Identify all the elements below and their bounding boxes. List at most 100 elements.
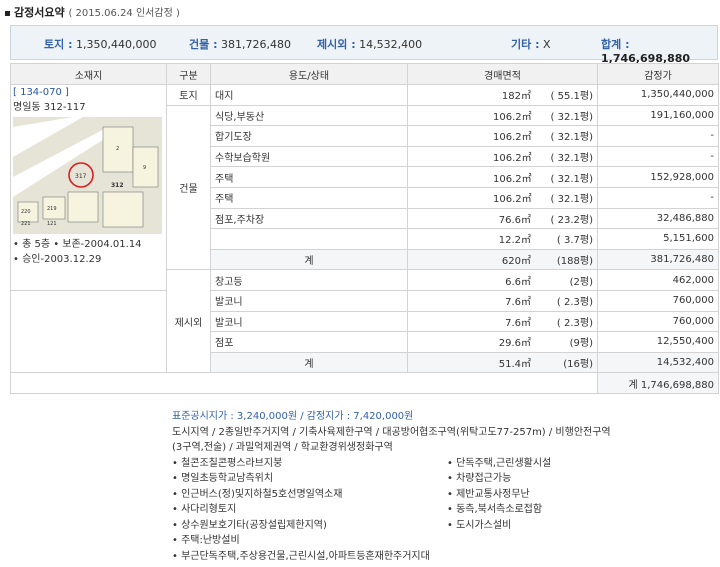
area-cell: 6.6㎡ (2평) (407, 269, 598, 291)
area-cell: 620㎡ (188평) (407, 248, 598, 271)
col-header-price: 감정가 (597, 63, 719, 85)
section-title: 감정서요약 ( 2015.06.24 인서감정 ) (5, 4, 180, 20)
land-price-line: 표준공시지가 : 3,240,000원 / 감정지가 : 7,420,000원 (172, 411, 414, 422)
summary-other: 기타 : X (511, 38, 551, 51)
bullet-icon (5, 10, 10, 16)
area-cell: 182㎡( 55.1평) (407, 84, 598, 106)
svg-text:2: 2 (116, 146, 119, 152)
col-header-use: 용도/상태 (210, 63, 408, 85)
use-cell: 발코니 (210, 289, 408, 312)
appraisal-summary-bar: 토지 : 1,350,440,000 건물 : 381,726,480 제시외 … (10, 25, 718, 65)
location-cell: [ 134-070 ] 명일동 312-117 317 312 220 219 … (10, 84, 167, 291)
summary-total: 합계 : 1,746,698,880 (601, 38, 691, 65)
use-cell: 수학보습학원 (210, 145, 408, 168)
list-item: 도시가스설비 (447, 518, 717, 534)
use-cell: 발코니 (210, 310, 408, 333)
svg-text:9: 9 (143, 165, 146, 171)
zoning-line-2: (3구역,전술) / 과밀억제권역 / 학교환경위생정화구역 (172, 442, 393, 453)
area-cell: 51.4㎡ (16평) (407, 351, 598, 374)
use-cell (210, 228, 408, 250)
summary-land: 토지 : 1,350,440,000 (44, 38, 157, 51)
notes-grid: 철콘조칠콘평스라브지붕 단독주택,근린생활시설 명일초등학교남측위치 차량접근가… (172, 456, 718, 565)
area-cell: 12.2㎡( 3.7평) (407, 228, 598, 250)
list-item: 명일초등학교남측위치 (172, 471, 447, 487)
table-row: 발코니 7.6㎡( 2.3평) 760,000 (10, 289, 719, 312)
address-text: 명일동 312-117 (13, 102, 86, 113)
list-item: 사다리형토지 (172, 502, 447, 518)
grand-total-spacer (10, 372, 598, 394)
svg-text:219: 219 (47, 206, 57, 212)
appraisal-notes: 표준공시지가 : 3,240,000원 / 감정지가 : 7,420,000원 … (172, 409, 718, 564)
price-cell: - (597, 186, 719, 209)
list-item: 인근버스(정)및지하철5호선명일역소재 (172, 487, 447, 503)
col-header-category: 구분 (166, 63, 211, 85)
table-row: [ 134-070 ] 명일동 312-117 317 312 220 219 … (10, 84, 719, 291)
grand-total-row: 계 1,746,698,880 (10, 372, 719, 394)
price-cell: 1,350,440,000 (597, 84, 719, 106)
location-cell-empty (10, 311, 167, 332)
price-cell: - (597, 125, 719, 147)
table-header-row: 소재지 구분 용도/상태 경매면적 감정가 (10, 63, 719, 85)
list-item: 철콘조칠콘평스라브지붕 (172, 456, 447, 472)
postal-code-link[interactable]: [ 134-070 ] (13, 87, 164, 98)
list-item: • 승인-2003.12.29 (13, 254, 102, 265)
svg-text:221: 221 (21, 221, 31, 227)
summary-excluded: 제시외 : 14,532,400 (317, 38, 423, 51)
area-cell: 106.2㎡( 32.1평) (407, 166, 598, 188)
price-cell: 152,928,000 (597, 166, 719, 188)
price-cell: 191,160,000 (597, 104, 719, 127)
area-cell: 7.6㎡( 2.3평) (407, 289, 598, 312)
list-item: 단독주택,근린생활시설 (447, 456, 717, 472)
price-cell: 32,486,880 (597, 207, 719, 230)
use-cell: 합기도장 (210, 125, 408, 147)
category-land: 토지 (166, 84, 211, 106)
col-header-area: 경매면적 (407, 63, 598, 85)
use-cell: 주택 (210, 166, 408, 188)
subtotal-row-excluded: 계 51.4㎡ (16평) 14,532,400 (10, 351, 719, 374)
price-cell: 462,000 (597, 269, 719, 291)
subtotal-label: 계 (210, 248, 408, 271)
area-cell: 106.2㎡( 32.1평) (407, 186, 598, 209)
price-cell: - (597, 145, 719, 168)
list-item: 상수원보호기타(공장설립제한지역) (172, 518, 447, 534)
list-item: 제반교통사정무난 (447, 487, 717, 503)
price-cell: 5,151,600 (597, 228, 719, 250)
area-cell: 7.6㎡( 2.3평) (407, 310, 598, 333)
use-cell: 점포,주차장 (210, 207, 408, 230)
list-item: 부근단독주택,주상용건물,근린시설,아파트등혼재한주거지대 (172, 549, 717, 565)
appraisal-table: 소재지 구분 용도/상태 경매면적 감정가 [ 134-070 ] 명일동 31… (10, 63, 719, 394)
price-cell: 14,532,400 (597, 351, 719, 374)
title-subtitle: ( 2015.06.24 인서감정 ) (68, 8, 180, 19)
price-cell: 12,550,400 (597, 331, 719, 353)
list-item: 주택:난방설비 (172, 533, 447, 549)
area-cell: 106.2㎡( 32.1평) (407, 145, 598, 168)
cadastral-map-image[interactable]: 317 312 220 219 221 121 2 9 (13, 117, 162, 234)
svg-text:317: 317 (75, 173, 87, 180)
list-item: 동측,북서측소로접함 (447, 502, 717, 518)
price-cell: 760,000 (597, 310, 719, 333)
grand-total-value: 계 1,746,698,880 (597, 372, 719, 394)
table-row: 점포 29.6㎡ (9평) 12,550,400 (10, 331, 719, 353)
summary-building: 건물 : 381,726,480 (189, 38, 291, 51)
list-item: 차량접근가능 (447, 471, 717, 487)
location-cell-empty (10, 331, 167, 353)
list-item: • 총 5층 • 보존-2004.01.14 (13, 239, 142, 250)
building-info-list: • 총 5층 • 보존-2004.01.14 • 승인-2003.12.29 (13, 237, 164, 267)
price-cell: 381,726,480 (597, 248, 719, 271)
zoning-line: 도시지역 / 2종일반주거지역 / 기축사육제한구역 / 대공방어협조구역(위탁… (172, 426, 611, 438)
category-excluded: 제시외 (166, 269, 211, 374)
title-text: 감정서요약 (14, 6, 65, 19)
price-cell: 760,000 (597, 289, 719, 312)
area-cell: 106.2㎡( 32.1평) (407, 104, 598, 127)
svg-text:220: 220 (21, 209, 31, 215)
area-cell: 76.6㎡( 23.2평) (407, 207, 598, 230)
location-cell-empty (10, 352, 167, 374)
use-cell: 점포 (210, 331, 408, 353)
svg-text:312: 312 (111, 182, 124, 189)
col-header-location: 소재지 (10, 63, 167, 85)
area-cell: 106.2㎡( 32.1평) (407, 125, 598, 147)
use-cell: 대지 (210, 84, 408, 106)
use-cell: 창고등 (210, 269, 408, 291)
category-building: 건물 (166, 104, 211, 271)
use-cell: 식당,부동산 (210, 104, 408, 127)
